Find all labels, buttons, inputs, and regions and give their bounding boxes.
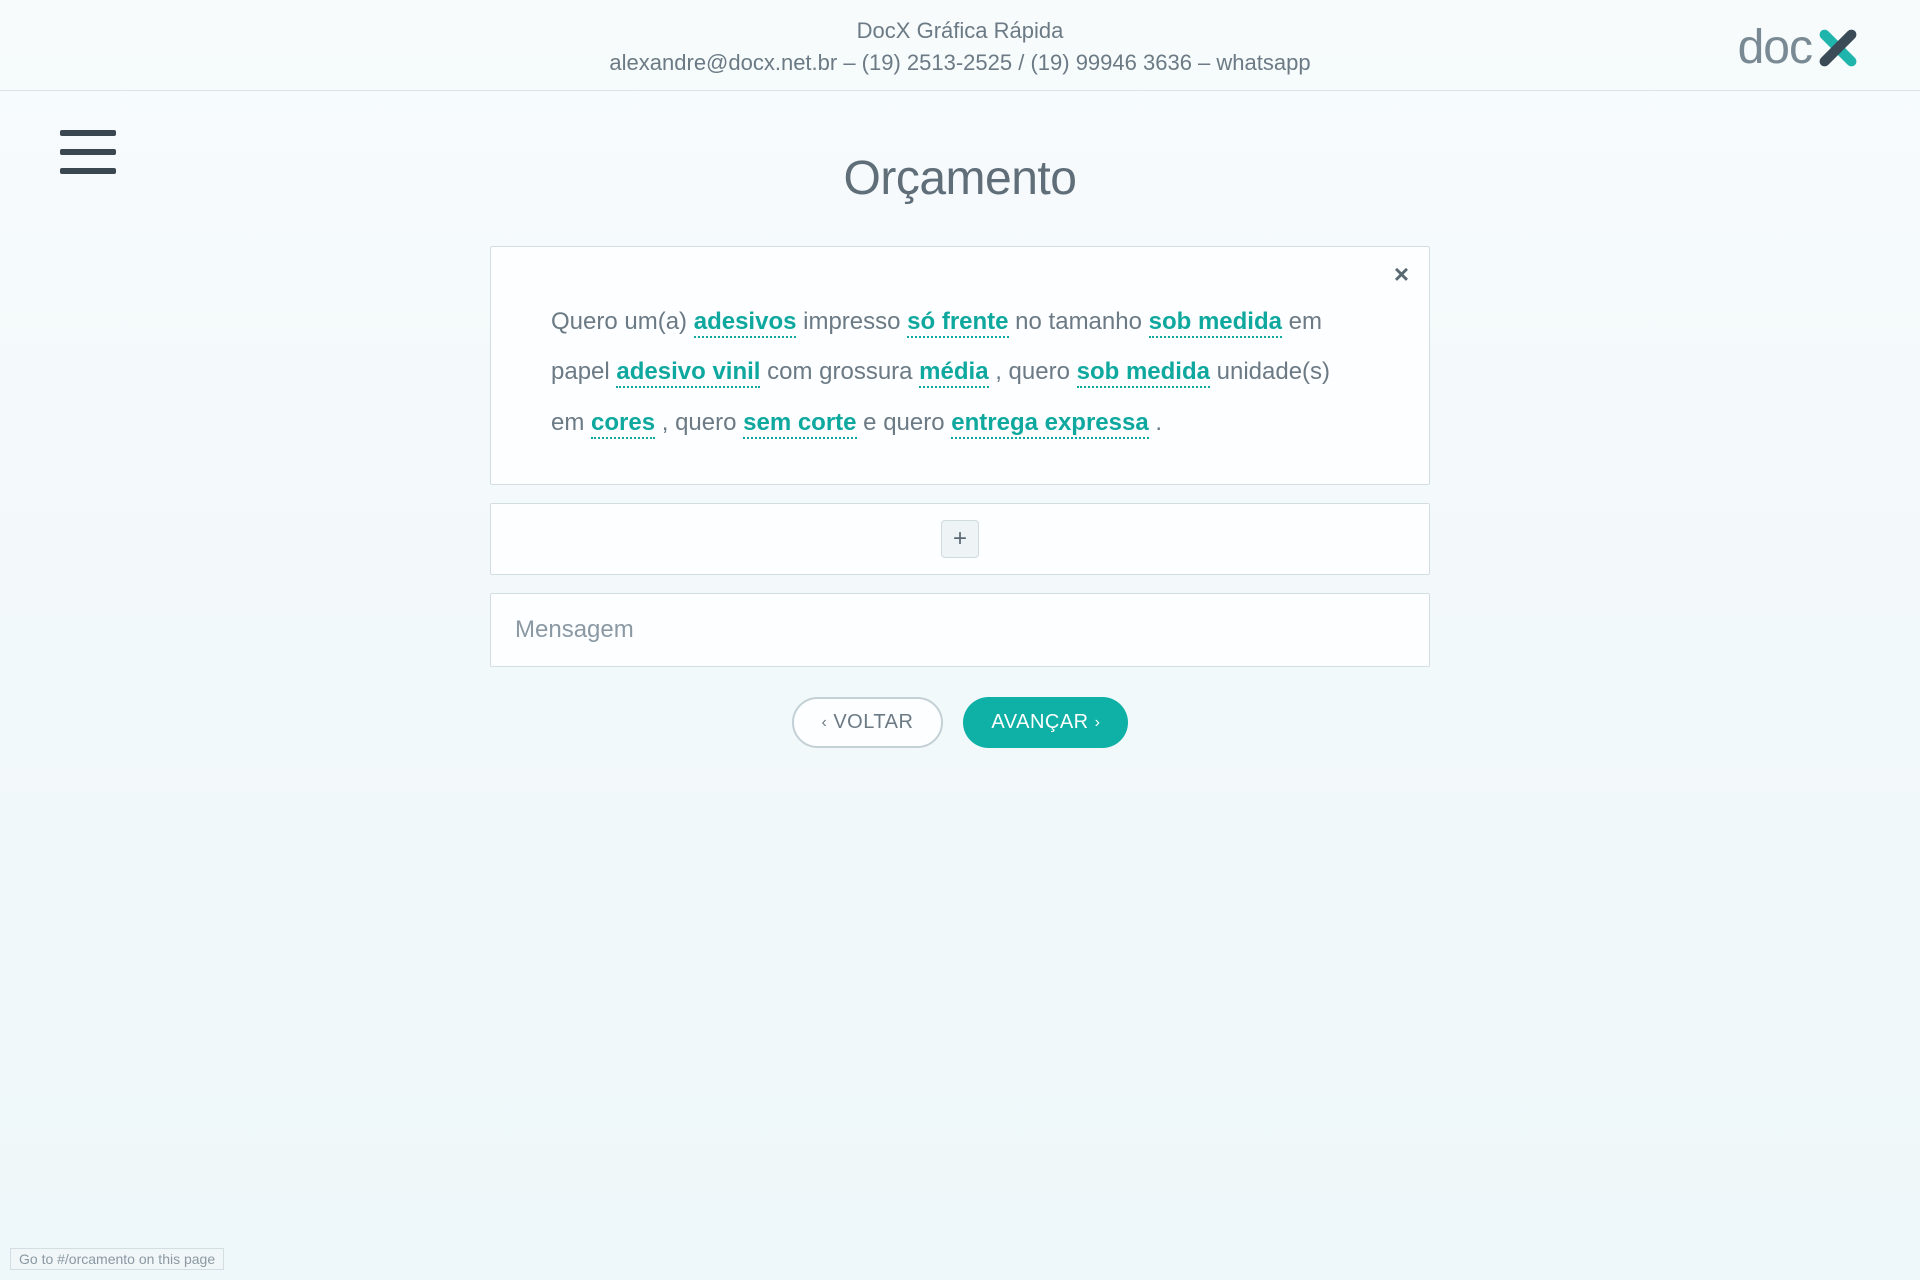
chevron-left-icon: ‹: [822, 714, 828, 732]
chevron-right-icon: ›: [1095, 714, 1101, 732]
message-input[interactable]: [491, 594, 1429, 666]
option-delivery[interactable]: entrega expressa: [951, 409, 1148, 439]
sentence-text: no tamanho: [1009, 308, 1149, 335]
back-button[interactable]: ‹ VOLTAR: [792, 697, 944, 748]
option-color[interactable]: cores: [591, 409, 655, 439]
sentence-text: e quero: [857, 409, 952, 436]
sentence-text: impresso: [796, 308, 907, 335]
option-cut[interactable]: sem corte: [743, 409, 856, 439]
contact-info: alexandre@docx.net.br – (19) 2513-2525 /…: [0, 50, 1920, 76]
browser-status-text: Go to #/orcamento on this page: [10, 1248, 224, 1270]
add-item-bar: +: [490, 503, 1430, 575]
quote-sentence-card: × Quero um(a) adesivos impresso só frent…: [490, 246, 1430, 485]
sentence-text: , quero: [655, 409, 743, 436]
option-thickness[interactable]: média: [919, 358, 988, 388]
sentence-text: com grossura: [760, 358, 919, 385]
option-size[interactable]: sob medida: [1149, 308, 1282, 338]
next-button-label: AVANÇAR: [991, 711, 1088, 734]
option-sides[interactable]: só frente: [907, 308, 1008, 338]
back-button-label: VOLTAR: [833, 711, 913, 734]
company-name: DocX Gráfica Rápida: [0, 18, 1920, 44]
logo[interactable]: doc: [1738, 20, 1860, 75]
message-field-container: [490, 593, 1430, 667]
hamburger-menu-icon[interactable]: [60, 130, 116, 174]
page-header: DocX Gráfica Rápida alexandre@docx.net.b…: [0, 0, 1920, 91]
add-button[interactable]: +: [941, 520, 979, 558]
close-icon[interactable]: ×: [1394, 261, 1409, 287]
option-product[interactable]: adesivos: [694, 308, 797, 338]
sentence-text: , quero: [989, 358, 1077, 385]
page-title: Orçamento: [490, 151, 1430, 206]
sentence-text: .: [1149, 409, 1162, 436]
logo-x-icon: [1816, 26, 1860, 70]
option-paper[interactable]: adesivo vinil: [616, 358, 760, 388]
logo-text: doc: [1738, 20, 1812, 75]
sentence-text: Quero um(a): [551, 308, 694, 335]
action-buttons: ‹ VOLTAR AVANÇAR ›: [490, 697, 1430, 748]
main-content: Orçamento × Quero um(a) adesivos impress…: [470, 91, 1450, 788]
option-quantity[interactable]: sob medida: [1077, 358, 1210, 388]
next-button[interactable]: AVANÇAR ›: [963, 697, 1128, 748]
